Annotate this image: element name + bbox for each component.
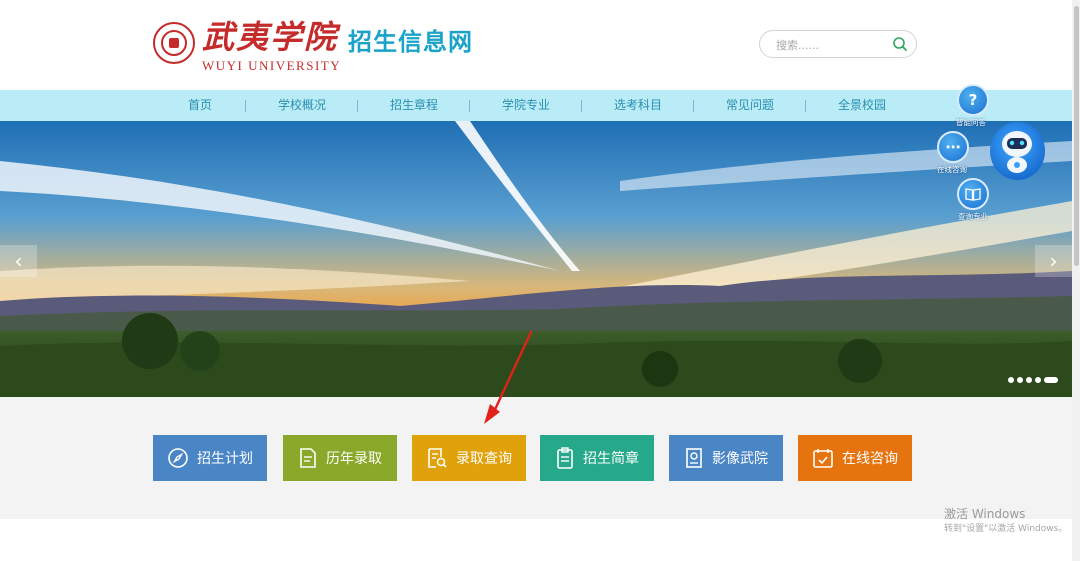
question-icon[interactable]: ?	[957, 84, 989, 116]
quick-link-admission-history[interactable]: 历年录取	[283, 435, 397, 481]
float-label-qa: 智能问答	[956, 118, 986, 127]
main-nav: 首页 学校概况 招生章程 学院专业 选考科目 常见问题 全景校园	[0, 90, 1080, 121]
university-name-en: WUYI UNIVERSITY	[202, 58, 342, 73]
quick-link-brochure[interactable]: 招生简章	[540, 435, 654, 481]
banner-prev-button[interactable]: ‹	[0, 245, 37, 277]
quick-link-label: 招生简章	[583, 451, 639, 467]
quick-link-label: 历年录取	[326, 451, 382, 467]
banner-dot-active[interactable]	[1044, 377, 1058, 383]
search-input[interactable]	[774, 35, 888, 55]
banner-dot[interactable]	[1026, 377, 1032, 383]
quick-link-online-consult[interactable]: 在线咨询	[798, 435, 912, 481]
search-icon[interactable]	[892, 36, 908, 52]
robot-icon[interactable]	[990, 122, 1045, 180]
banner-dot[interactable]	[1035, 377, 1041, 383]
quick-link-label: 招生计划	[197, 451, 253, 467]
quick-link-gallery[interactable]: 影像武院	[669, 435, 783, 481]
nav-item-overview[interactable]: 学校概况	[246, 90, 358, 121]
search-box	[759, 30, 917, 58]
nav-item-subjects[interactable]: 选考科目	[582, 90, 694, 121]
quick-link-label: 影像武院	[712, 451, 768, 467]
quick-link-label: 在线咨询	[842, 451, 898, 467]
chat-icon[interactable]: ⋯	[937, 131, 969, 163]
quick-link-admission-query[interactable]: 录取查询	[412, 435, 526, 481]
nav-item-home[interactable]: 首页	[144, 90, 256, 121]
hero-banner[interactable]	[0, 121, 1072, 397]
quick-link-enrollment-plan[interactable]: 招生计划	[153, 435, 267, 481]
banner-next-button[interactable]: ›	[1035, 245, 1072, 277]
university-seal-icon[interactable]	[153, 22, 195, 64]
quick-link-label: 录取查询	[456, 451, 512, 467]
book-icon[interactable]	[957, 178, 989, 210]
red-arrow-annotation	[484, 330, 533, 424]
float-label-consult: 在线咨询	[937, 165, 967, 174]
float-label-majors: 查询专业	[958, 212, 988, 221]
portrait-icon	[686, 448, 702, 468]
windows-activation-subtext: 转到"设置"以激活 Windows。	[944, 524, 1068, 534]
search-doc-icon	[428, 448, 447, 468]
banner-dot[interactable]	[1017, 377, 1023, 383]
calendar-icon	[813, 449, 833, 468]
banner-dot[interactable]	[1008, 377, 1014, 383]
clipboard-icon	[557, 447, 573, 469]
nav-item-panorama[interactable]: 全景校园	[806, 90, 918, 121]
nav-item-faq[interactable]: 常见问题	[694, 90, 806, 121]
nav-item-charter[interactable]: 招生章程	[358, 90, 470, 121]
landscape-photo	[0, 121, 1072, 397]
scrollbar-thumb[interactable]	[1074, 6, 1079, 266]
compass-icon	[168, 448, 188, 468]
site-title: 招生信息网	[348, 28, 473, 56]
university-name-cn[interactable]: 武夷学院	[202, 18, 338, 56]
site-header: 武夷学院 WUYI UNIVERSITY 招生信息网	[0, 0, 1080, 90]
document-icon	[300, 448, 316, 468]
nav-item-majors[interactable]: 学院专业	[470, 90, 582, 121]
windows-activation-text: 激活 Windows	[944, 507, 1026, 521]
